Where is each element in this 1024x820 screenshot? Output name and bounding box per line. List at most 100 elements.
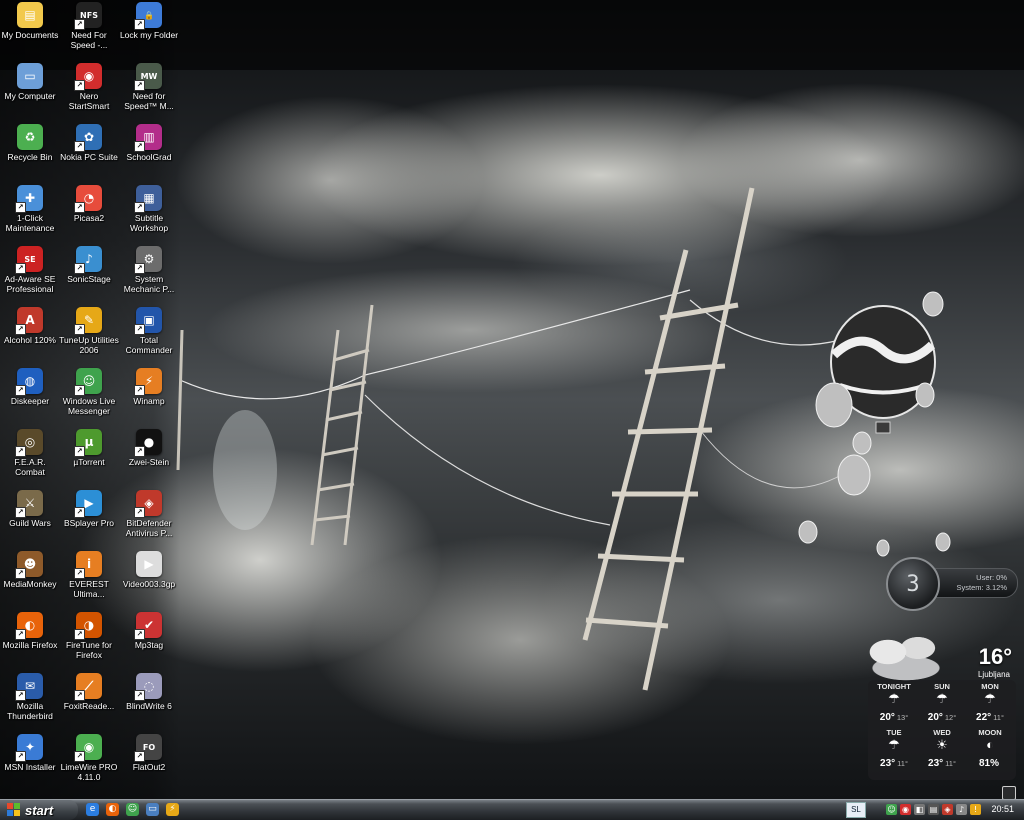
forecast-high: 81% <box>978 758 999 769</box>
my-computer-icon: ▭ <box>17 63 43 89</box>
desktop-icon-label: EVEREST Ultima... <box>69 579 109 599</box>
picasa-icon: ◔ ↗ <box>74 185 102 213</box>
gadget-toggle-button[interactable] <box>1002 786 1016 800</box>
desktop-icon[interactable]: ⚔ ↗ Guild Wars <box>0 490 60 528</box>
messenger-tray-icon[interactable]: ☺ <box>886 804 897 815</box>
desktop-icon[interactable]: ☻ ↗ MediaMonkey <box>0 551 60 589</box>
desktop-icon[interactable]: SE ↗ Ad-Aware SE Professional <box>0 246 60 294</box>
total-commander-icon: ▣ ↗ <box>134 307 162 335</box>
desktop-icon[interactable]: ◈ ↗ BitDefender Antivirus P... <box>119 490 179 538</box>
shortcut-arrow-icon: ↗ <box>15 385 26 396</box>
forecast-high: 20° <box>879 712 895 723</box>
desktop-icon[interactable]: ✦ ↗ MSN Installer <box>0 734 60 772</box>
desktop-icon[interactable]: ♪ ↗ SonicStage <box>59 246 119 284</box>
firefox-icon[interactable]: ◐ <box>106 803 119 816</box>
shortcut-arrow-icon: ↗ <box>15 690 26 701</box>
desktop-icon-label: Recycle Bin <box>7 152 53 162</box>
shortcut-arrow-icon: ↗ <box>74 80 85 91</box>
desktop-icon-label: Need For Speed -... <box>70 30 108 50</box>
zwei-stein-icon: ● ↗ <box>134 429 162 457</box>
desktop-icon[interactable]: ▦ ↗ Subtitle Workshop <box>119 185 179 233</box>
language-indicator[interactable]: SL <box>846 802 866 818</box>
rain-cloud-icon: ☂ <box>936 691 948 706</box>
desktop-icon-label: SonicStage <box>67 274 111 284</box>
rain-cloud-icon: ☂ <box>888 737 900 752</box>
desktop-icon[interactable]: ▶ Video003.3gp <box>119 551 179 589</box>
desktop-icon[interactable]: ◎ ↗ F.E.A.R. Combat <box>0 429 60 477</box>
forecast-high: 23° <box>880 758 896 769</box>
desktop-icon[interactable]: ✚ ↗ 1-Click Maintenance <box>0 185 60 233</box>
desktop-icon[interactable]: ● ↗ Zwei-Stein <box>119 429 179 467</box>
rain-cloud-icon: ☂ <box>888 691 900 706</box>
desktop-icon[interactable]: ◍ ↗ Diskeeper <box>0 368 60 406</box>
forecast-low: 12° <box>944 713 957 722</box>
desktop-icon[interactable]: ⚙ ↗ System Mechanic P... <box>119 246 179 294</box>
desktop-icon-label: BSplayer Pro <box>63 518 115 528</box>
desktop-icon[interactable]: ✿ ↗ Nokia PC Suite <box>59 124 119 162</box>
shortcut-arrow-icon: ↗ <box>74 446 85 457</box>
cpu-meter-gadget[interactable]: User: 0% System: 3.12% 3 <box>884 555 1018 611</box>
desktop-icon[interactable]: ⚡ ↗ Winamp <box>119 368 179 406</box>
desktop-icon[interactable]: ▭ My Computer <box>0 63 60 101</box>
desktop-icon[interactable]: ◌ ↗ BlindWrite 6 <box>119 673 179 711</box>
desktop-icon-label: Alcohol 120% <box>4 335 56 345</box>
desktop-icon[interactable]: ♻ Recycle Bin <box>0 124 60 162</box>
desktop-icon[interactable]: ▶ ↗ BSplayer Pro <box>59 490 119 528</box>
guild-wars-icon: ⚔ ↗ <box>15 490 43 518</box>
desktop-icon[interactable]: ✉ ↗ Mozilla Thunderbird <box>0 673 60 721</box>
desktop-icon[interactable]: ◉ ↗ LimeWire PRO 4.11.0 <box>59 734 119 782</box>
desktop-icon-label: Need for Speed™ M... <box>124 91 174 111</box>
nfs-mw-game-icon: MW ↗ <box>134 63 162 91</box>
forecast-day-label: WED <box>933 728 951 737</box>
forecast-high: 20° <box>927 712 943 723</box>
clock[interactable]: 20:51 <box>991 804 1014 814</box>
desktop-icon[interactable]: MW ↗ Need for Speed™ M... <box>119 63 179 111</box>
limewire-icon: ◉ ↗ <box>74 734 102 762</box>
weather-gadget[interactable]: 16° Ljubljana TONIGHT ☂ 20° 13° SUN ☂ 20° 12° MO… <box>848 630 1016 780</box>
desktop-icon[interactable]: ▤ My Documents <box>0 2 60 40</box>
start-button[interactable]: start <box>0 800 78 820</box>
desktop-icon-label: Nokia PC Suite <box>60 152 118 162</box>
desktop-icon-label: Total Commander <box>125 335 173 355</box>
start-label: start <box>25 802 54 818</box>
desktop-icon-label: F.E.A.R. Combat <box>14 457 46 477</box>
desktop-icon[interactable]: NFS ↗ Need For Speed -... <box>59 2 119 50</box>
desktop-icon[interactable]: ☺ ↗ Windows Live Messenger <box>59 368 119 416</box>
shortcut-arrow-icon: ↗ <box>74 202 85 213</box>
desktop-icon-label: Nero StartSmart <box>68 91 110 111</box>
desktop-icon-label: Picasa2 <box>73 213 105 223</box>
tuneup-icon: ✎ ↗ <box>74 307 102 335</box>
desktop-icon[interactable]: ◐ ↗ Mozilla Firefox <box>0 612 60 650</box>
desktop-icon[interactable]: ✔ ↗ Mp3tag <box>119 612 179 650</box>
show-desktop-icon[interactable]: ▭ <box>146 803 159 816</box>
desktop-icon[interactable]: µ ↗ µTorrent <box>59 429 119 467</box>
desktop-icon[interactable]: FO ↗ FlatOut2 <box>119 734 179 772</box>
shortcut-arrow-icon: ↗ <box>134 141 145 152</box>
network-tray-icon[interactable]: ▤ <box>928 804 939 815</box>
desktop-icon[interactable]: ◑ ↗ FireTune for Firefox <box>59 612 119 660</box>
desktop-icon-label: Video003.3gp <box>122 579 176 589</box>
desktop-icon[interactable]: ◉ ↗ Nero StartSmart <box>59 63 119 111</box>
desktop-icon-label: LimeWire PRO 4.11.0 <box>60 762 118 782</box>
desktop-icon[interactable]: ⟋ ↗ FoxitReade... <box>59 673 119 711</box>
desktop-icon[interactable]: ▣ ↗ Total Commander <box>119 307 179 355</box>
desktop-icon[interactable]: ✎ ↗ TuneUp Utilities 2006 <box>59 307 119 355</box>
messenger-icon[interactable]: ☺ <box>126 803 139 816</box>
desktop-icon[interactable]: i ↗ EVEREST Ultima... <box>59 551 119 599</box>
volume-tray-icon[interactable]: ♪ <box>956 804 967 815</box>
bitdefender-tray-icon[interactable]: ◈ <box>942 804 953 815</box>
desktop-icon[interactable]: ▥ ↗ SchoolGrad <box>119 124 179 162</box>
desktop-icon-label: MSN Installer <box>4 762 56 772</box>
everest-icon: i ↗ <box>74 551 102 579</box>
updates-tray-icon[interactable]: ! <box>970 804 981 815</box>
security-tray-icon[interactable]: ◧ <box>914 804 925 815</box>
internet-explorer-icon[interactable]: e <box>86 803 99 816</box>
nero-tray-icon[interactable]: ◉ <box>900 804 911 815</box>
shortcut-arrow-icon: ↗ <box>15 324 26 335</box>
desktop-icon-label: Diskeeper <box>10 396 50 406</box>
desktop-icon[interactable]: 🔒 ↗ Lock my Folder <box>119 2 179 40</box>
winamp-icon[interactable]: ⚡ <box>166 803 179 816</box>
desktop-icon[interactable]: A ↗ Alcohol 120% <box>0 307 60 345</box>
desktop-icon[interactable]: ◔ ↗ Picasa2 <box>59 185 119 223</box>
desktop-icon-label: BitDefender Antivirus P... <box>125 518 173 538</box>
